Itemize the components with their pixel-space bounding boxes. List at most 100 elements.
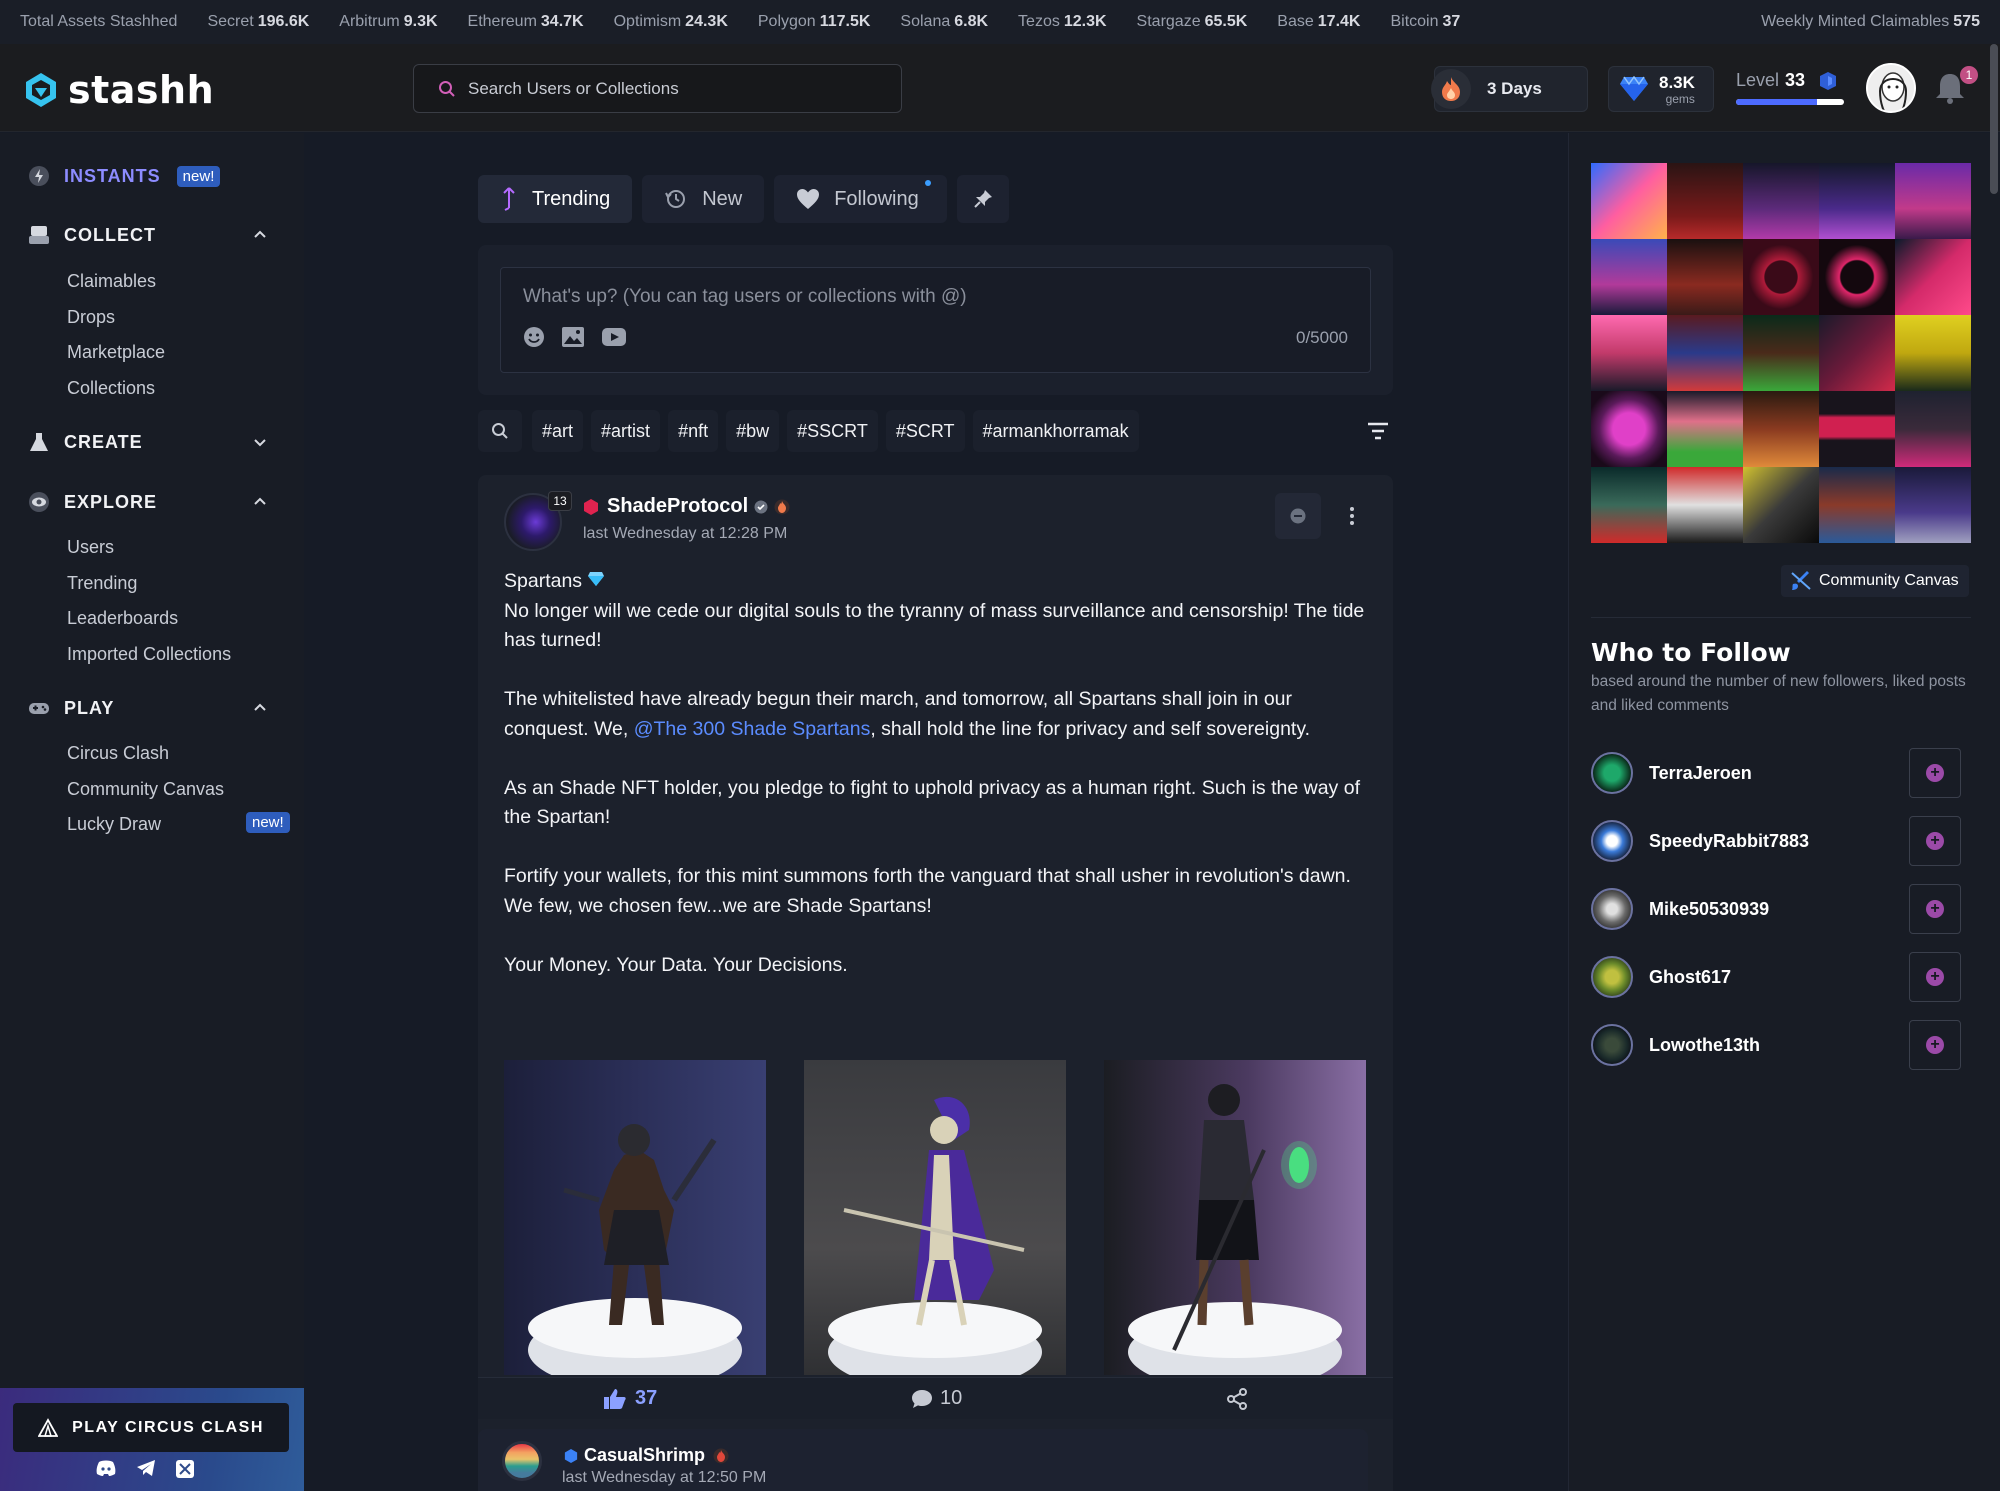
tab-trending[interactable]: Trending (478, 175, 633, 223)
hashtag[interactable]: #art (532, 410, 584, 452)
ticker-optimism: Optimism 24.3K (613, 13, 728, 30)
canvas-tile (1667, 391, 1743, 467)
post-image-spartan-warrior[interactable] (504, 1060, 766, 1375)
composer-textarea[interactable]: What's up? (You can tag users or collect… (500, 267, 1371, 373)
sidebar-item-lucky-draw[interactable]: Lucky Draw new! (67, 812, 290, 835)
heart-icon (797, 189, 820, 209)
hashtag[interactable]: #armankhorramak (972, 410, 1139, 452)
collect-icon (29, 226, 49, 244)
comment-item: CasualShrimp last Wednesday at 12:50 PM (478, 1429, 1368, 1491)
post-author-avatar[interactable]: 13 (504, 491, 572, 551)
post-image-spartan-mage[interactable] (1104, 1060, 1366, 1375)
lucky-draw-label: Lucky Draw (67, 814, 162, 834)
sidebar-item-users[interactable]: Users (67, 537, 114, 558)
emoji-icon[interactable] (523, 326, 545, 348)
page-scrollbar[interactable] (1990, 44, 1998, 194)
right-panel: Community Canvas Who to Follow based aro… (1568, 133, 2000, 1491)
sidebar-instants[interactable]: INSTANTS new! (28, 165, 221, 187)
hide-post-button[interactable] (1275, 493, 1321, 539)
share-button[interactable] (1226, 1387, 1248, 1410)
play-circus-clash-label: PLAY CIRCUS CLASH (72, 1418, 264, 1436)
sidebar-play[interactable]: PLAY (28, 697, 266, 719)
tab-new[interactable]: New (642, 175, 765, 223)
streak-counter[interactable]: 3 Days (1431, 66, 1588, 112)
level-indicator[interactable]: Level 33 (1736, 70, 1846, 105)
stashh-logo[interactable]: stashh (22, 68, 214, 112)
sidebar-item-claimables[interactable]: Claimables (67, 271, 156, 292)
image-icon[interactable] (561, 326, 585, 348)
suggested-user-name[interactable]: Ghost617 (1649, 967, 1731, 988)
suggested-user-name[interactable]: Mike50530939 (1649, 899, 1769, 920)
follow-button[interactable]: + (1909, 816, 1961, 866)
post-image-skeleton-warrior[interactable] (804, 1060, 1066, 1375)
like-button[interactable]: 37 (603, 1387, 657, 1410)
comment-author-avatar[interactable] (502, 1441, 542, 1481)
social-links (96, 1460, 194, 1478)
post-paragraph: No longer will we cede our digital souls… (504, 599, 1365, 652)
sidebar-create[interactable]: CREATE (28, 431, 266, 453)
ticker-secret: Secret 196.6K (207, 13, 310, 30)
hashtag[interactable]: #SSCRT (787, 410, 878, 452)
canvas-tile (1591, 315, 1667, 391)
suggested-user-avatar[interactable] (1591, 956, 1633, 998)
suggested-user-name[interactable]: TerraJeroen (1649, 763, 1752, 784)
flame-icon (1431, 69, 1471, 109)
community-canvas-grid[interactable] (1591, 163, 1971, 543)
canvas-tile (1591, 239, 1667, 315)
notification-bell[interactable]: 1 (1932, 64, 1980, 110)
tab-pinned[interactable] (956, 175, 1009, 223)
post-paragraph: The whitelisted have already begun their… (504, 685, 1374, 744)
sidebar-item-collections[interactable]: Collections (67, 378, 155, 399)
comment-button[interactable]: 10 (910, 1387, 962, 1410)
tab-following[interactable]: Following (774, 175, 947, 223)
play-circus-clash-button[interactable]: PLAY CIRCUS CLASH (13, 1403, 289, 1452)
follow-button[interactable]: + (1909, 952, 1961, 1002)
sidebar-item-community-canvas[interactable]: Community Canvas (67, 779, 224, 800)
hashtag[interactable]: #artist (591, 410, 661, 452)
canvas-tile (1591, 391, 1667, 467)
sidebar-item-trending[interactable]: Trending (67, 573, 137, 594)
tab-following-label: Following (834, 187, 919, 210)
composer-placeholder: What's up? (You can tag users or collect… (523, 286, 967, 307)
gems-counter[interactable]: 8.3K gems (1608, 66, 1714, 112)
canvas-tile (1743, 239, 1819, 315)
sidebar-collect[interactable]: COLLECT (28, 224, 266, 246)
tab-trending-label: Trending (532, 187, 611, 210)
sidebar-item-leaderboards[interactable]: Leaderboards (67, 608, 178, 629)
suggested-user-name[interactable]: SpeedyRabbit7883 (1649, 831, 1809, 852)
suggested-user-avatar[interactable] (1591, 752, 1633, 794)
follow-button[interactable]: + (1909, 884, 1961, 934)
youtube-icon[interactable] (601, 326, 627, 348)
sidebar-item-imported-collections[interactable]: Imported Collections (67, 644, 231, 665)
suggested-user-avatar[interactable] (1591, 888, 1633, 930)
sidebar-item-marketplace[interactable]: Marketplace (67, 342, 165, 363)
follow-button[interactable]: + (1909, 748, 1961, 798)
avatar-portrait-icon (1868, 65, 1914, 111)
user-avatar[interactable] (1866, 63, 1916, 113)
follow-button[interactable]: + (1909, 1020, 1961, 1070)
canvas-tile (1591, 163, 1667, 239)
sidebar-explore[interactable]: EXPLORE (28, 491, 266, 513)
community-canvas-button[interactable]: Community Canvas (1781, 565, 1969, 597)
tag-search-button[interactable] (478, 410, 522, 452)
canvas-tile (1819, 315, 1895, 391)
filter-button[interactable] (1363, 416, 1393, 446)
gems-value: 8.3K (1659, 72, 1695, 92)
suggested-user-name[interactable]: Lowothe13th (1649, 1035, 1760, 1056)
post-author[interactable]: ShadeProtocol (583, 495, 790, 518)
comment-author[interactable]: CasualShrimp (564, 1445, 729, 1466)
suggested-user-avatar[interactable] (1591, 1024, 1633, 1066)
search-input[interactable]: Search Users or Collections (413, 64, 902, 113)
sidebar-item-circus-clash[interactable]: Circus Clash (67, 743, 169, 764)
hashtag[interactable]: #SCRT (885, 410, 965, 452)
new-activity-dot (924, 180, 931, 186)
sidebar-item-drops[interactable]: Drops (67, 307, 115, 328)
hashtag[interactable]: #bw (726, 410, 780, 452)
post-menu-button[interactable] (1334, 493, 1370, 539)
discord-icon[interactable] (96, 1460, 116, 1476)
telegram-icon[interactable] (136, 1460, 156, 1476)
x-twitter-icon[interactable] (176, 1460, 194, 1478)
hashtag[interactable]: #nft (668, 410, 719, 452)
suggested-user-avatar[interactable] (1591, 820, 1633, 862)
mention-link[interactable]: @The 300 Shade Spartans (634, 718, 871, 740)
